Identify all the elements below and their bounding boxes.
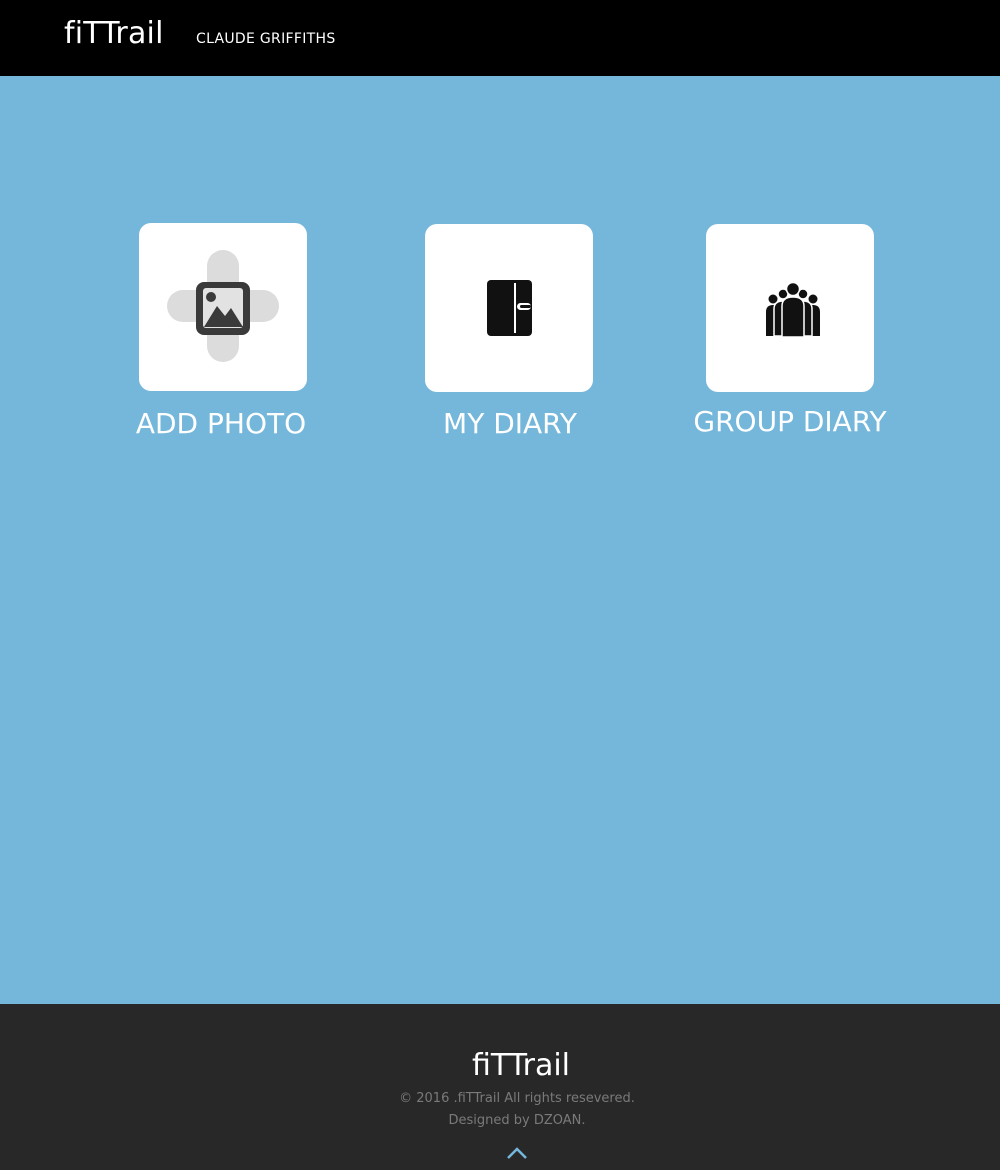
my-diary-tile[interactable] xyxy=(425,224,593,392)
add-photo-tile[interactable] xyxy=(139,223,307,391)
group-icon xyxy=(766,282,820,338)
footer-brand: fiTTrail xyxy=(472,1048,570,1083)
footer: fiTTrail © 2016 .fiTTrail All rights res… xyxy=(0,1004,1000,1170)
group-diary-tile[interactable] xyxy=(706,224,874,392)
brand-logo-link[interactable]: fiTTrail xyxy=(64,16,164,51)
designer-link[interactable]: DZOAN xyxy=(534,1113,582,1128)
add-photo-icon xyxy=(167,250,279,362)
user-name-link[interactable]: CLAUDE GRIFFITHS xyxy=(196,31,336,47)
designed-by-suffix: . xyxy=(581,1113,586,1128)
top-nav-bar: fiTTrail CLAUDE GRIFFITHS xyxy=(0,0,1000,76)
main-content xyxy=(0,76,1000,1004)
add-photo-label[interactable]: ADD PHOTO xyxy=(121,407,321,440)
footer-copyright: © 2016 .fiTTrail All rights resevered. xyxy=(399,1091,635,1106)
chevron-up-icon[interactable] xyxy=(505,1145,529,1161)
group-diary-label[interactable]: GROUP DIARY xyxy=(690,405,890,438)
diary-icon xyxy=(487,280,532,336)
my-diary-label[interactable]: MY DIARY xyxy=(410,407,610,440)
designed-by-prefix: Designed by xyxy=(448,1113,534,1128)
footer-designed-by: Designed by DZOAN. xyxy=(0,1113,1000,1128)
